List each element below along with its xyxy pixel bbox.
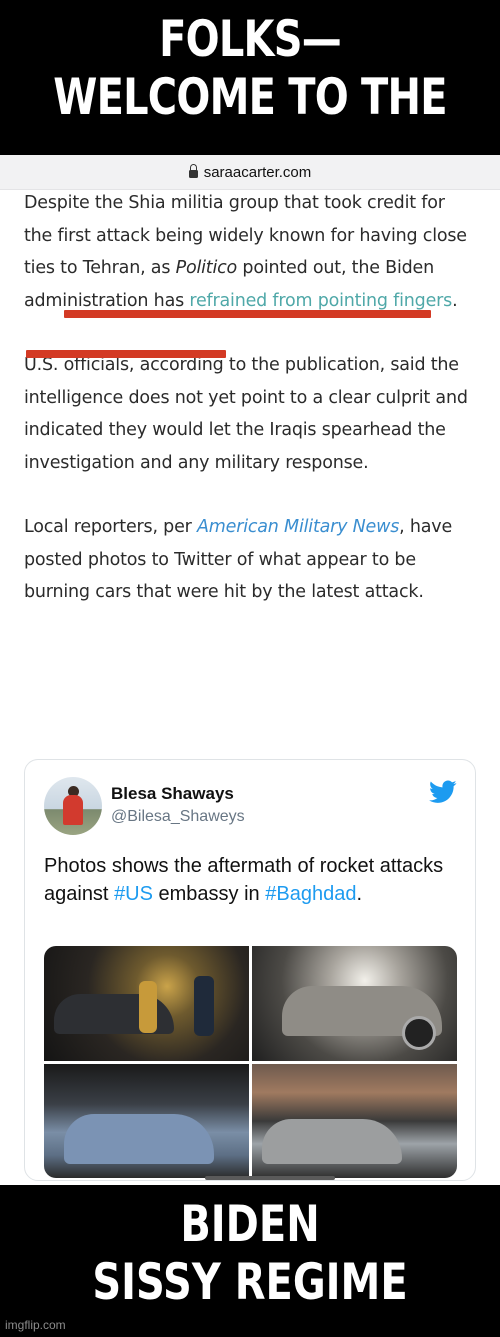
tweet-text: Photos shows the aftermath of rocket att… bbox=[44, 852, 459, 908]
tweet-author-name[interactable]: Blesa Shaways bbox=[111, 784, 234, 804]
tweet-author-handle[interactable]: @Bilesa_Shaweys bbox=[111, 808, 245, 826]
top-caption: FOLKS— WELCOME TO THE bbox=[0, 0, 500, 155]
url-text: saraacarter.com bbox=[203, 163, 312, 181]
refrained-link[interactable]: refrained from pointing fingers bbox=[189, 291, 452, 311]
red-underline-2 bbox=[26, 350, 226, 358]
bottom-caption-line-2: SISSY REGIME bbox=[92, 1253, 408, 1311]
scrollbar[interactable] bbox=[205, 1176, 335, 1180]
address-bar[interactable]: saraacarter.com bbox=[0, 155, 500, 190]
top-caption-line-1: FOLKS— bbox=[159, 10, 342, 68]
hashtag-baghdad[interactable]: #Baghdad bbox=[265, 883, 356, 905]
embedded-tweet[interactable]: Blesa Shaways @Bilesa_Shaweys Photos sho… bbox=[24, 759, 476, 1181]
lock-icon bbox=[188, 163, 198, 179]
american-military-news-link[interactable]: American Military News bbox=[197, 517, 399, 537]
tweet-text-end: . bbox=[356, 883, 362, 905]
top-caption-line-2: WELCOME TO THE bbox=[53, 68, 447, 126]
article-paragraph-2: U.S. officials, according to the publica… bbox=[24, 355, 468, 473]
article-paragraph-1: Despite the Shia militia group that took… bbox=[24, 187, 474, 317]
hashtag-us[interactable]: #US bbox=[114, 883, 153, 905]
imgflip-watermark: imgflip.com bbox=[5, 1318, 66, 1332]
article-body: Despite the Shia militia group that took… bbox=[24, 187, 474, 609]
bottom-caption: BIDEN SISSY REGIME bbox=[0, 1185, 500, 1337]
tweet-photo-1[interactable] bbox=[44, 946, 249, 1061]
tweet-photo-2[interactable] bbox=[252, 946, 457, 1061]
avatar[interactable] bbox=[44, 777, 102, 835]
tweet-photo-3[interactable] bbox=[44, 1063, 249, 1178]
tweet-text-b: embassy in bbox=[152, 883, 266, 905]
twitter-bird-icon[interactable] bbox=[429, 780, 457, 804]
bottom-caption-line-1: BIDEN bbox=[180, 1195, 320, 1253]
tweet-photo-4[interactable] bbox=[252, 1063, 457, 1178]
p1-end: . bbox=[452, 290, 458, 311]
p3-text-a: Local reporters, per bbox=[24, 517, 198, 537]
red-underline-1 bbox=[64, 310, 431, 318]
tweet-photo-grid bbox=[44, 946, 457, 1178]
article-paragraph-3: Local reporters, per American Military N… bbox=[24, 511, 474, 609]
article-screenshot: saraacarter.com Despite the Shia militia… bbox=[0, 155, 500, 1185]
politico-italic: Politico bbox=[175, 258, 238, 278]
